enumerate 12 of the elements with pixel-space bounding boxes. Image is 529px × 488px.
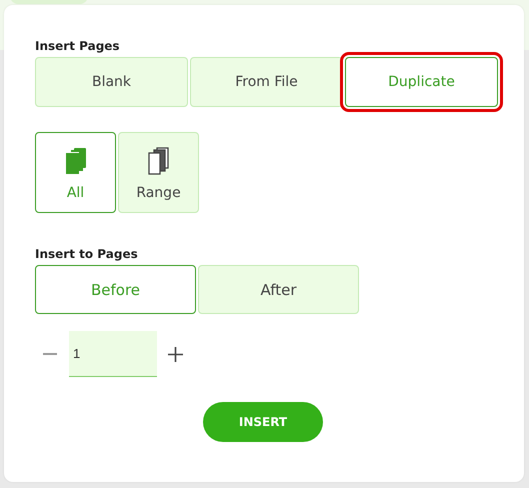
plus-icon	[168, 346, 182, 362]
increment-button[interactable]	[166, 345, 184, 363]
option-button[interactable]: From File	[190, 57, 343, 107]
section-title: Insert to Pages	[35, 247, 139, 263]
page-stack-icon	[146, 147, 170, 175]
scope-tile[interactable]: Range	[118, 132, 199, 213]
section-title: Insert Pages	[35, 39, 121, 55]
option-button[interactable]: Blank	[35, 57, 188, 107]
page-number-field[interactable]: 1	[69, 331, 157, 377]
page-stack-icon	[64, 147, 88, 175]
position-button[interactable]: After	[198, 265, 359, 314]
minus-icon	[43, 353, 57, 355]
